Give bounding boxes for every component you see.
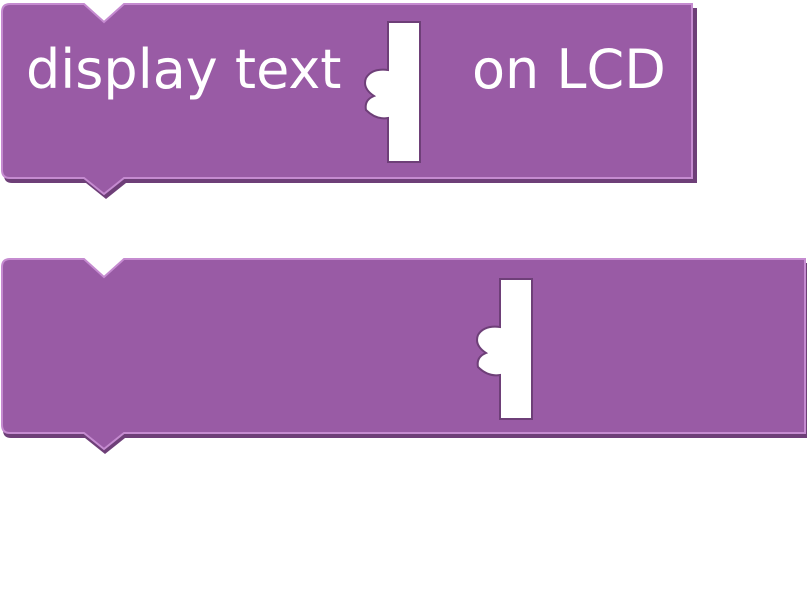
block-shape <box>1 258 807 454</box>
block-suffix: on LCD <box>472 38 666 101</box>
display-text-on-lcd-block[interactable]: display text on LCD <box>0 0 700 199</box>
block-label: display number <box>28 552 448 615</box>
display-number-on-lcd-block[interactable]: display number on LCD <box>0 255 807 611</box>
block-label: display text <box>26 38 342 101</box>
block-suffix: on LCD <box>584 552 778 615</box>
